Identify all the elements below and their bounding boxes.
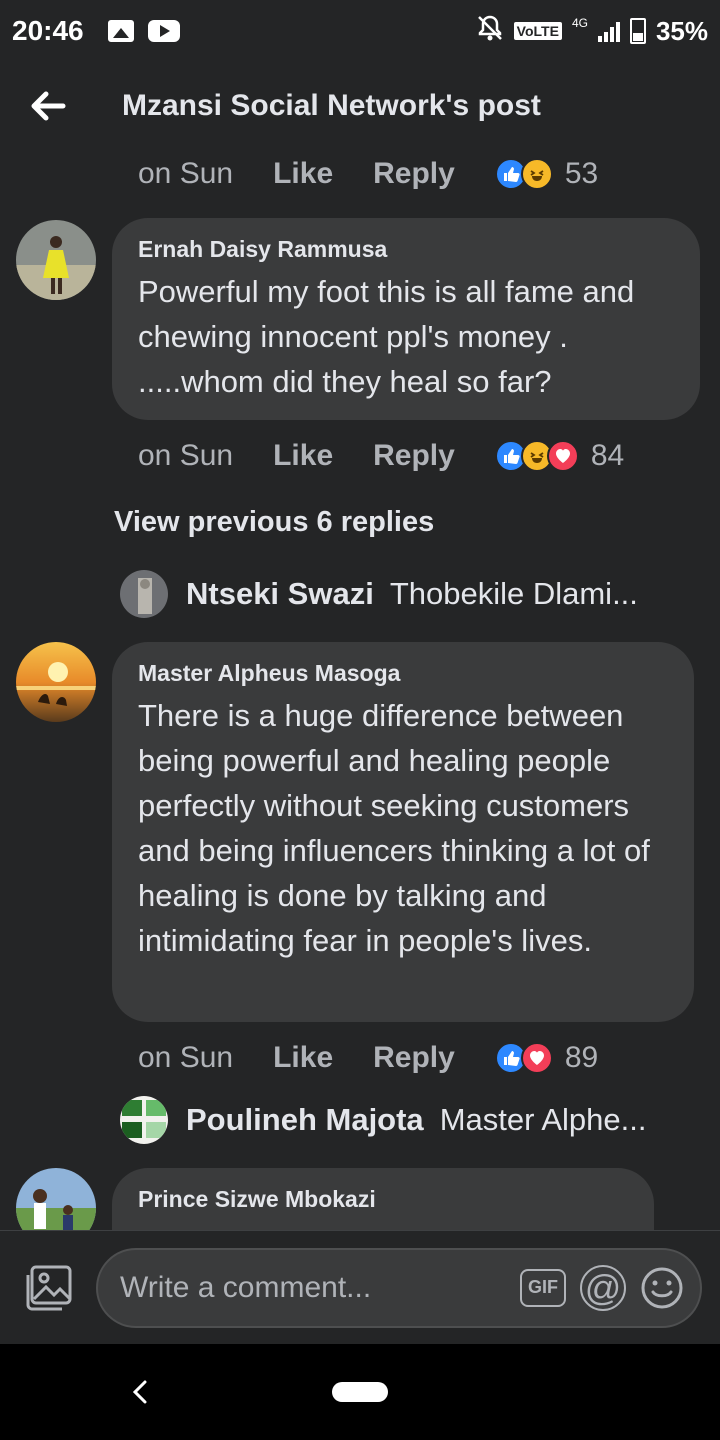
comment-meta-row: on Sun Like Reply 53 [138,154,598,194]
post-header: Mzansi Social Network's post [0,62,720,150]
avatar[interactable] [120,570,168,618]
reply-preview-text: Thobekile Dlami... [389,576,638,611]
comment-text: Powerful my foot this is all fame and ch… [138,274,635,399]
like-button[interactable]: Like [273,439,333,473]
photo-button[interactable] [0,1231,96,1345]
haha-reaction-icon [520,158,553,190]
chevron-left-icon [132,1380,147,1404]
mention-button[interactable]: @ [580,1264,626,1312]
reaction-count: 53 [564,157,599,190]
comment-input[interactable] [120,1270,506,1305]
view-previous-replies-link[interactable]: View previous 6 replies [114,506,434,539]
system-back-button[interactable] [122,1370,158,1414]
comments-feed[interactable]: on Sun Like Reply 53 Ernah Daisy Rammusa… [0,150,720,1230]
reply-preview[interactable]: Ntseki Swazi Thobekile Dlami... [186,576,638,612]
like-button[interactable]: Like [273,157,333,191]
reactions-summary[interactable] [494,440,579,472]
reply-author: Ntseki Swazi [186,576,374,611]
reaction-count: 84 [590,439,625,472]
status-indicators: VoLTE 4G 35% [476,14,708,49]
gif-button[interactable]: GIF [520,1264,566,1312]
reply-button[interactable]: Reply [373,439,455,473]
comment-time: on Sun [138,439,234,472]
page-title: Mzansi Social Network's post [122,89,541,122]
emoji-button[interactable] [640,1264,684,1312]
love-reaction-icon [520,1042,553,1074]
reply-button[interactable]: Reply [373,1041,455,1075]
comment-author[interactable]: Prince Sizwe Mbokazi [138,1186,628,1213]
battery-icon [629,18,646,44]
avatar[interactable] [16,1168,96,1230]
comment-text: Umazenethi Sesengumthwa [138,1219,628,1230]
comment-text: There is a huge difference between being… [138,698,650,958]
at-icon: @ [580,1264,626,1311]
battery-percent: 35% [655,15,708,46]
reactions-summary[interactable] [494,158,553,190]
comment-bubble[interactable]: Ernah Daisy Rammusa Powerful my foot thi… [112,218,700,420]
photo-icon [26,1265,72,1310]
notifications-off-icon [476,14,504,49]
reactions-summary[interactable] [494,1042,553,1074]
reaction-count: 89 [564,1041,599,1074]
comment-meta-row: on Sun Like Reply 89 [138,1038,598,1078]
status-bar: 20:46 VoLTE 4G 35% [0,0,720,62]
reply-preview[interactable]: Poulineh Majota Master Alphe... [186,1102,646,1138]
youtube-notification-icon [147,20,180,42]
network-type: 4G [571,16,588,30]
gif-icon: GIF [520,1268,566,1307]
reply-preview-text: Master Alphe... [439,1102,647,1137]
reply-button[interactable]: Reply [373,157,455,191]
comment-author[interactable]: Ernah Daisy Rammusa [138,236,674,263]
signal-icon [597,20,620,42]
comment-bubble[interactable]: Master Alpheus Masoga There is a huge di… [112,642,694,1022]
comment-time: on Sun [138,157,234,190]
avatar[interactable] [16,642,96,722]
reply-author: Poulineh Majota [186,1102,424,1137]
comment-box: GIF @ [96,1247,702,1328]
back-button[interactable] [0,62,96,150]
avatar[interactable] [16,220,96,300]
comment-bubble[interactable]: Prince Sizwe Mbokazi Umazenethi Sesengum… [112,1168,654,1230]
status-time: 20:46 [12,15,84,46]
comment-composer: GIF @ [0,1230,720,1344]
arrow-left-icon [31,91,66,121]
comment-time: on Sun [138,1041,234,1074]
comment-author[interactable]: Master Alpheus Masoga [138,660,668,687]
comment-meta-row: on Sun Like Reply 84 [138,436,624,476]
system-home-button[interactable] [332,1382,388,1402]
volte-badge: VoLTE [513,22,562,40]
smiley-icon [641,1267,683,1308]
love-reaction-icon [546,440,579,472]
like-button[interactable]: Like [273,1041,333,1075]
avatar[interactable] [120,1096,168,1144]
gallery-notification-icon [107,20,134,42]
